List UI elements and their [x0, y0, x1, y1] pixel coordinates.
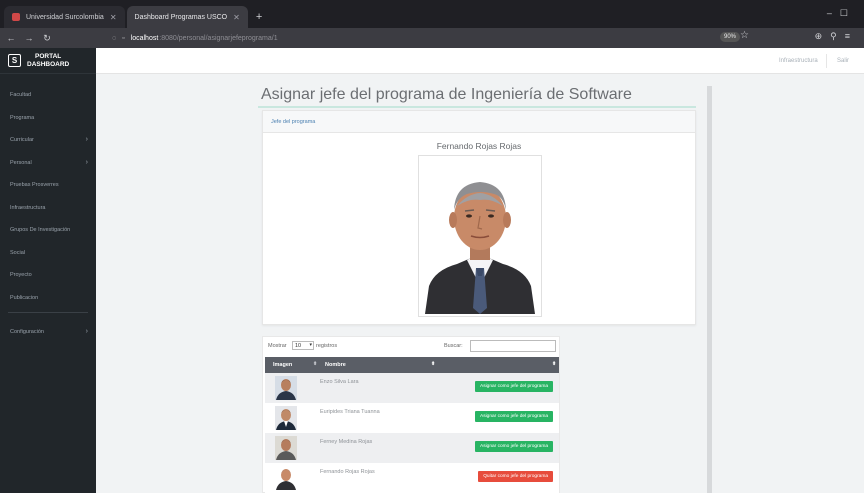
- sidebar-item-personal[interactable]: Personal ›: [0, 152, 96, 175]
- sidebar-divider: [8, 312, 88, 313]
- window-controls[interactable]: –☐: [827, 8, 856, 19]
- reload-icon[interactable]: ↻: [40, 33, 54, 44]
- row-name: Fernando Rojas Rojas: [320, 469, 375, 475]
- row-name: Euripides Triana Tuanna: [320, 409, 380, 415]
- sidebar-item-label: Personal: [10, 159, 32, 166]
- browser-tab-dashboard[interactable]: Dashboard Programas USCO ✕: [126, 6, 248, 28]
- candidates-table-panel: Mostrar 10 ▾ registros Buscar: Imagen ⬍ …: [262, 336, 560, 493]
- sidebar-item-label: Pruebas Prosverres: [10, 182, 59, 189]
- back-arrow-icon[interactable]: ←: [4, 33, 18, 43]
- header-divider: [826, 54, 827, 68]
- program-head-card: Jefe del programa Fernando Rojas Rojas: [262, 110, 696, 325]
- search-label: Buscar:: [444, 343, 463, 349]
- sidebar-item-publicacion[interactable]: Publicacion: [0, 287, 96, 310]
- brand[interactable]: S PORTAL DASHBOARD: [0, 48, 96, 74]
- column-header-name[interactable]: Nombre: [325, 362, 346, 368]
- person-photo-icon: [421, 158, 539, 314]
- search-input[interactable]: [470, 340, 556, 352]
- show-label: Mostrar: [268, 343, 287, 349]
- tab-label: Dashboard Programas USCO: [134, 13, 228, 21]
- brand-line2: DASHBOARD: [27, 60, 70, 68]
- browser-address-bar: ← → ↻ ◌ ▫ localhost :8080/personal/asign…: [0, 28, 864, 48]
- sidebar-item-label: Programa: [10, 114, 35, 121]
- assign-head-button[interactable]: Asignar como jefe del programa: [475, 381, 553, 392]
- table-row: Fernando Rojas Rojas Quitar como jefe de…: [265, 463, 559, 493]
- row-name: Ferney Medina Rojas: [320, 439, 373, 445]
- url-field[interactable]: ◌ ▫ localhost :8080/personal/asignarjefe…: [112, 31, 752, 45]
- sidebar-menu: Facultad Programa Curricular › Personal › …: [0, 84, 96, 309]
- new-tab-button[interactable]: +: [250, 6, 268, 28]
- chevron-right-icon: ›: [85, 328, 88, 335]
- table-row: Enzo Silva Lara Asignar como jefe del pr…: [265, 373, 559, 403]
- browser-tab-bar: Universidad Surcolombia ✕ Dashboard Prog…: [0, 0, 864, 28]
- avatar: [275, 466, 297, 490]
- table-controls: Mostrar 10 ▾ registros Buscar:: [263, 337, 561, 355]
- sidebar-item-label: Publicacion: [10, 294, 39, 301]
- sidebar-item-proyecto[interactable]: Proyecto: [0, 264, 96, 287]
- card-header: Jefe del programa: [263, 111, 695, 133]
- brand-line1: PORTAL: [35, 52, 62, 60]
- url-path: :8080/personal/asignarjefeprograma/1: [159, 34, 278, 42]
- chevron-right-icon: ›: [85, 158, 88, 166]
- sidebar: S PORTAL DASHBOARD Facultad Programa Cur…: [0, 48, 96, 493]
- chevron-down-icon: ▾: [309, 342, 312, 348]
- sidebar-item-label: Social: [10, 249, 25, 256]
- browser-toolbar-icons[interactable]: ⊕⚲≡: [815, 31, 858, 42]
- sidebar-item-social[interactable]: Social: [0, 242, 96, 265]
- current-head-name: Fernando Rojas Rojas: [436, 141, 522, 151]
- page-size-value: 10: [295, 342, 302, 349]
- content-scrollbar[interactable]: [707, 86, 712, 493]
- avatar: [275, 376, 297, 400]
- close-icon[interactable]: ✕: [110, 13, 117, 22]
- sidebar-item-label: Curricular: [10, 137, 34, 144]
- page-icon: ▫: [122, 34, 125, 42]
- usco-favicon-icon: [12, 13, 20, 21]
- tab-label: Universidad Surcolombia: [26, 13, 104, 21]
- title-underline: [258, 106, 696, 108]
- row-name: Enzo Silva Lara: [320, 379, 359, 385]
- sidebar-item-label: Facultad: [10, 92, 32, 99]
- avatar: [275, 406, 297, 430]
- sidebar-item-programa[interactable]: Programa: [0, 107, 96, 130]
- sidebar-item-label: Infraestructura: [10, 204, 46, 211]
- table-row: Ferney Medina Rojas Asignar como jefe de…: [265, 433, 559, 463]
- chevron-right-icon: ›: [85, 136, 88, 143]
- remove-head-button[interactable]: Quitar como jefe del programa: [478, 471, 553, 482]
- sort-icon[interactable]: ⬍: [552, 361, 556, 367]
- table-header: Imagen ⬍ Nombre ⬍ ⬍: [265, 357, 559, 373]
- table-row: Euripides Triana Tuanna Asignar como jef…: [265, 403, 559, 433]
- assign-head-button[interactable]: Asignar como jefe del programa: [475, 441, 553, 452]
- sidebar-config-menu: Configuración ›: [0, 321, 96, 344]
- brand-text: PORTAL DASHBOARD: [27, 53, 69, 69]
- portal-logo-icon: S: [8, 54, 21, 67]
- browser-tab-universidad[interactable]: Universidad Surcolombia ✕: [4, 6, 125, 28]
- page-size-select[interactable]: 10 ▾: [292, 341, 314, 350]
- sort-icon[interactable]: ⬍: [431, 361, 435, 367]
- shield-icon: ◌: [112, 34, 117, 42]
- sidebar-item-grupos[interactable]: Grupos De Investigación: [0, 219, 96, 242]
- logout-link[interactable]: Salir: [837, 58, 849, 64]
- sort-icon[interactable]: ⬍: [313, 361, 317, 367]
- bookmark-star-icon[interactable]: ☆: [740, 30, 749, 41]
- sidebar-item-label: Grupos De Investigación: [10, 227, 71, 234]
- page-title: Asignar jefe del programa de Ingeniería …: [261, 86, 632, 103]
- sidebar-item-infraestructura[interactable]: Infraestructura: [0, 197, 96, 220]
- records-label: registros: [316, 343, 338, 349]
- sidebar-item-label: Proyecto: [10, 272, 32, 279]
- avatar: [275, 436, 297, 460]
- current-head-photo: [418, 155, 542, 317]
- zoom-badge[interactable]: 90%: [720, 32, 741, 42]
- app-header: Infraestructura Salir: [96, 48, 864, 74]
- assign-head-button[interactable]: Asignar como jefe del programa: [475, 411, 553, 422]
- sidebar-item-configuracion[interactable]: Configuración ›: [0, 321, 96, 344]
- url-host: localhost: [130, 34, 159, 42]
- sidebar-item-pruebas[interactable]: Pruebas Prosverres: [0, 174, 96, 197]
- user-link[interactable]: Infraestructura: [779, 58, 818, 64]
- sidebar-item-facultad[interactable]: Facultad: [0, 84, 96, 107]
- sidebar-item-label: Configuración: [10, 329, 44, 336]
- sidebar-item-curricular[interactable]: Curricular ›: [0, 129, 96, 152]
- close-icon[interactable]: ✕: [233, 13, 240, 22]
- forward-arrow-icon[interactable]: →: [22, 33, 36, 43]
- column-header-image[interactable]: Imagen: [273, 362, 292, 368]
